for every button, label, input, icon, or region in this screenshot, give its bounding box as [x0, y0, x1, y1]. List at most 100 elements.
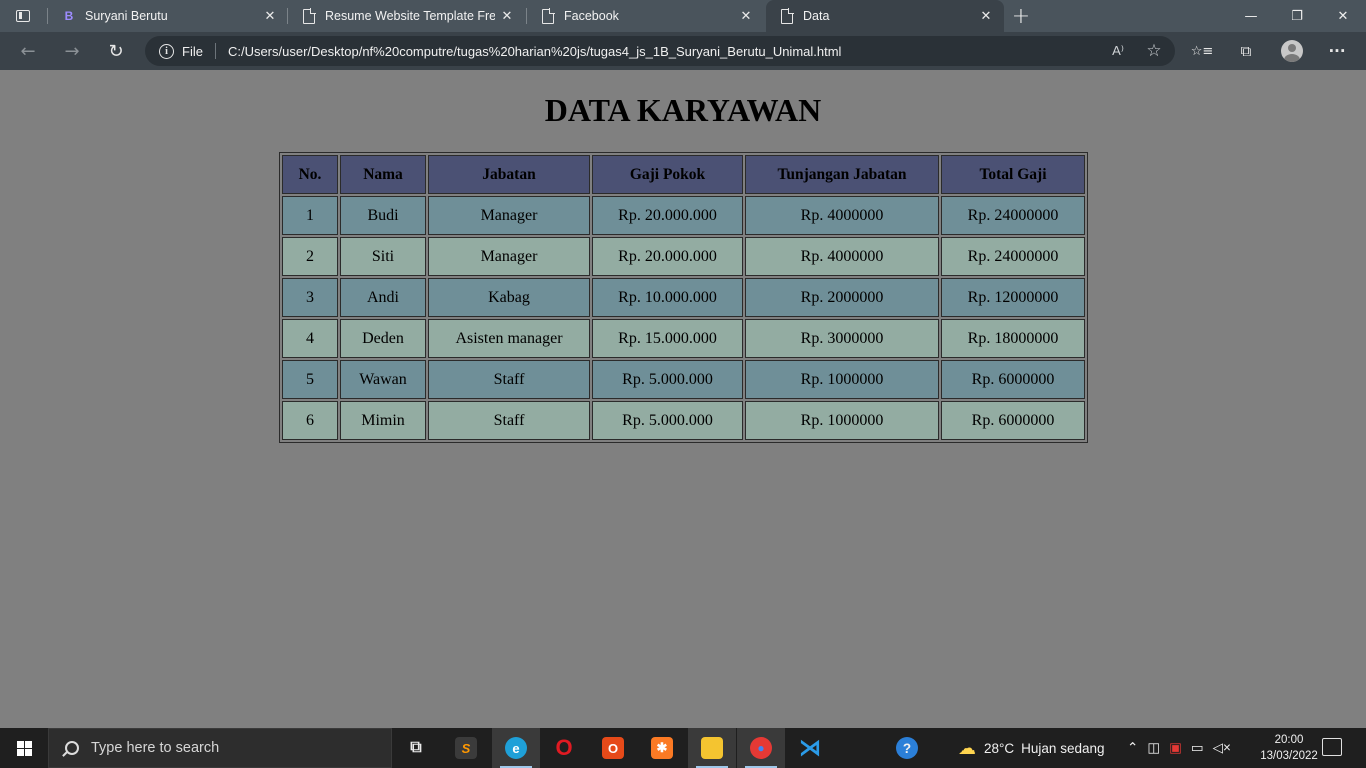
collections-icon[interactable]: ⧉	[1233, 39, 1259, 63]
taskbar-search-box[interactable]: Type here to search	[48, 728, 392, 768]
cell-nama: Siti	[340, 237, 426, 276]
page-icon	[301, 7, 317, 24]
meet-now-icon[interactable]: ◫	[1147, 740, 1160, 756]
cell-gaji-pokok: Rp. 5.000.000	[592, 360, 743, 399]
cell-total-gaji: Rp. 18000000	[941, 319, 1085, 358]
minimize-button[interactable]: —	[1228, 0, 1274, 32]
table-row: 6 Mimin Staff Rp. 5.000.000 Rp. 1000000 …	[282, 401, 1085, 440]
address-bar[interactable]: i File C:/Users/user/Desktop/nf%20comput…	[145, 36, 1175, 66]
cell-no: 5	[282, 360, 338, 399]
volume-muted-icon[interactable]: ◁×	[1213, 740, 1231, 756]
header-nama: Nama	[340, 155, 426, 194]
table-row: 5 Wawan Staff Rp. 5.000.000 Rp. 1000000 …	[282, 360, 1085, 399]
weather-rain-icon: ☁	[958, 737, 976, 758]
weather-temperature: 28°C	[984, 740, 1015, 756]
search-icon	[65, 741, 79, 755]
close-window-button[interactable]: ✕	[1320, 0, 1366, 32]
table-header-row: No. Nama Jabatan Gaji Pokok Tunjangan Ja…	[282, 155, 1085, 194]
cell-no: 2	[282, 237, 338, 276]
close-tab-icon[interactable]: ✕	[734, 4, 758, 28]
tab-suryani-berutu[interactable]: B Suryani Berutu ✕	[47, 0, 288, 32]
table-row: 1 Budi Manager Rp. 20.000.000 Rp. 400000…	[282, 196, 1085, 235]
tab-facebook[interactable]: Facebook ✕	[526, 0, 764, 32]
taskbar-clock[interactable]: 20:00 13/03/2022	[1252, 732, 1326, 764]
xampp-icon[interactable]: ✱	[638, 728, 686, 768]
cell-tunjangan: Rp. 1000000	[745, 360, 939, 399]
cell-nama: Wawan	[340, 360, 426, 399]
tab-title: Facebook	[564, 9, 619, 23]
favorites-icon[interactable]: ☆≡	[1189, 39, 1215, 63]
page-title: DATA KARYAWAN	[544, 92, 822, 128]
chrome-icon[interactable]: ●	[737, 728, 785, 768]
new-tab-button[interactable]: +	[1008, 4, 1034, 29]
windows-taskbar: Type here to search ⧉ S e O O ✱ ▬ ● ⋊ ? …	[0, 728, 1366, 768]
chevron-up-icon[interactable]: ⌃	[1127, 740, 1138, 756]
close-tab-icon[interactable]: ✕	[495, 4, 519, 28]
clock-date: 13/03/2022	[1260, 750, 1318, 762]
cell-jabatan: Manager	[428, 237, 590, 276]
table-row: 3 Andi Kabag Rp. 10.000.000 Rp. 2000000 …	[282, 278, 1085, 317]
cell-jabatan: Staff	[428, 401, 590, 440]
settings-menu-icon[interactable]: ···	[1324, 39, 1350, 63]
tab-title: Resume Website Template Free D	[325, 9, 495, 23]
cell-tunjangan: Rp. 1000000	[745, 401, 939, 440]
site-info-icon[interactable]: i	[159, 43, 174, 59]
close-tab-icon[interactable]: ✕	[258, 4, 282, 28]
gift-notification-icon[interactable]: ▣	[1169, 740, 1182, 756]
close-tab-icon[interactable]: ✕	[974, 4, 998, 28]
cell-jabatan: Asisten manager	[428, 319, 590, 358]
read-aloud-icon[interactable]: A⁾	[1106, 39, 1130, 63]
help-icon[interactable]: ?	[896, 728, 918, 768]
cell-nama: Andi	[340, 278, 426, 317]
page-icon	[779, 7, 795, 24]
sublime-text-icon[interactable]: S	[442, 728, 490, 768]
table-row: 2 Siti Manager Rp. 20.000.000 Rp. 400000…	[282, 237, 1085, 276]
tab-title: Data	[803, 9, 830, 23]
opera-icon[interactable]: O	[540, 728, 588, 768]
refresh-button[interactable]: ↻	[101, 37, 131, 65]
cell-no: 6	[282, 401, 338, 440]
tab-resume-template[interactable]: Resume Website Template Free D ✕	[287, 0, 525, 32]
edge-icon[interactable]: e	[492, 728, 540, 768]
forward-button[interactable]: →	[57, 37, 87, 65]
cell-jabatan: Kabag	[428, 278, 590, 317]
cell-jabatan: Staff	[428, 360, 590, 399]
bootstrap-b-icon: B	[64, 9, 74, 23]
clock-time: 20:00	[1274, 734, 1304, 746]
cell-nama: Budi	[340, 196, 426, 235]
address-divider	[214, 43, 216, 59]
restore-button[interactable]: ❐	[1274, 0, 1320, 32]
file-explorer-icon[interactable]: ▬	[688, 728, 736, 768]
weather-widget[interactable]: ☁ 28°C Hujan sedang	[958, 728, 1105, 768]
cell-total-gaji: Rp. 12000000	[941, 278, 1085, 317]
vscode-icon[interactable]: ⋊	[786, 728, 834, 768]
cell-tunjangan: Rp. 4000000	[745, 196, 939, 235]
cell-tunjangan: Rp. 2000000	[745, 278, 939, 317]
task-view-icon[interactable]: ⧉	[392, 728, 440, 768]
cell-gaji-pokok: Rp. 20.000.000	[592, 196, 743, 235]
add-favorite-icon[interactable]: ☆	[1142, 39, 1166, 63]
notification-center-icon[interactable]	[1322, 738, 1342, 756]
header-tunjangan-jabatan: Tunjangan Jabatan	[745, 155, 939, 194]
cell-total-gaji: Rp. 6000000	[941, 360, 1085, 399]
back-button[interactable]: ←	[13, 37, 43, 65]
browser-tab-strip: B Suryani Berutu ✕ Resume Website Templa…	[0, 0, 1366, 32]
search-placeholder: Type here to search	[91, 740, 220, 756]
tab-title: Suryani Berutu	[85, 9, 168, 23]
tab-data[interactable]: Data ✕	[766, 0, 1004, 32]
browser-toolbar: ← → ↻ i File C:/Users/user/Desktop/nf%20…	[0, 32, 1366, 70]
header-jabatan: Jabatan	[428, 155, 590, 194]
page-content: DATA KARYAWAN No. Nama Jabatan Gaji Poko…	[0, 70, 1366, 728]
start-button[interactable]	[0, 728, 48, 768]
url-text[interactable]: C:/Users/user/Desktop/nf%20computre/tuga…	[228, 44, 842, 59]
cell-jabatan: Manager	[428, 196, 590, 235]
employee-table: No. Nama Jabatan Gaji Pokok Tunjangan Ja…	[279, 152, 1088, 443]
battery-icon[interactable]: ▭	[1191, 740, 1204, 756]
office-icon[interactable]: O	[589, 728, 637, 768]
cell-nama: Mimin	[340, 401, 426, 440]
cell-no: 3	[282, 278, 338, 317]
page-icon	[540, 7, 556, 24]
profile-avatar[interactable]	[1281, 40, 1303, 62]
weather-condition: Hujan sedang	[1021, 740, 1105, 756]
tab-actions-icon[interactable]	[6, 4, 40, 28]
